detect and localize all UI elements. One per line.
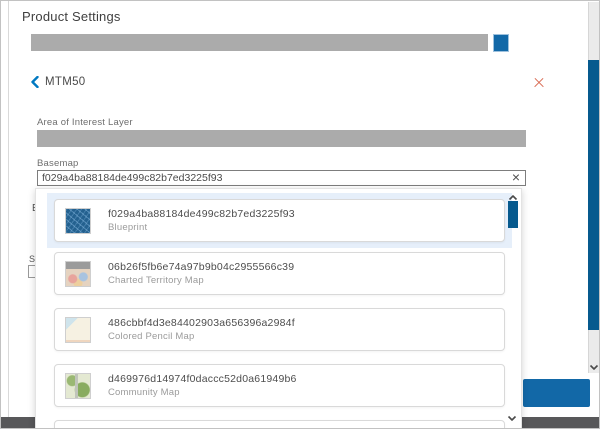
basemap-option-texts: d469976d14974f0daccc52d0a61949b6 Communi… — [108, 373, 297, 398]
back-chevron-icon — [31, 76, 39, 88]
basemap-option[interactable]: f029a4ba88184de499c82b7ed3225f93 Bluepri… — [54, 199, 505, 242]
basemap-option-name: Charted Territory Map — [108, 275, 294, 286]
basemap-option-id: f029a4ba88184de499c82b7ed3225f93 — [108, 208, 295, 220]
window-scrollbar-thumb[interactable] — [588, 60, 600, 330]
dropdown-scroll-thumb[interactable] — [508, 201, 518, 228]
dropdown-scrollbar[interactable] — [506, 189, 520, 429]
basemap-option-name: Community Map — [108, 387, 297, 398]
basemap-option[interactable]: d469976d14974f0daccc52d0a61949b6 Communi… — [54, 364, 505, 407]
page-title: Product Settings — [22, 9, 121, 24]
scroll-down-icon[interactable] — [507, 410, 517, 420]
dialog-left-border — [8, 1, 9, 417]
selected-option-highlight: f029a4ba88184de499c82b7ed3225f93 Bluepri… — [47, 193, 512, 248]
area-of-interest-label: Area of Interest Layer — [37, 117, 133, 128]
basemap-option-id: 486cbbf4d3e84402903a656396a2984f — [108, 317, 295, 329]
progress-bar — [31, 34, 488, 51]
product-settings-window: Product Settings MTM50 Area of Interest … — [0, 0, 600, 429]
basemap-dropdown: f029a4ba88184de499c82b7ed3225f93 Bluepri… — [35, 188, 522, 429]
clear-input-icon[interactable]: × — [509, 169, 523, 185]
back-label: MTM50 — [45, 76, 85, 88]
basemap-option-texts: 486cbbf4d3e84402903a656396a2984f Colored… — [108, 317, 295, 342]
basemap-thumbnail — [65, 373, 91, 399]
basemap-thumbnail — [65, 261, 91, 287]
window-scroll-down-icon[interactable] — [589, 359, 599, 371]
basemap-option[interactable]: 06b26f5fb6e74a97b9b04c2955566c39 Charted… — [54, 252, 505, 295]
area-of-interest-field[interactable] — [37, 130, 526, 147]
basemap-option-texts: f029a4ba88184de499c82b7ed3225f93 Bluepri… — [108, 208, 295, 233]
basemap-option-name: Colored Pencil Map — [108, 331, 295, 342]
progress-end-square — [493, 34, 509, 52]
close-icon[interactable] — [533, 77, 545, 89]
basemap-input[interactable] — [37, 170, 526, 186]
basemap-thumbnail — [65, 317, 91, 343]
basemap-option[interactable]: 486cbbf4d3e84402903a656396a2984f Colored… — [54, 308, 505, 351]
basemap-thumbnail — [65, 208, 91, 234]
primary-action-button[interactable] — [523, 379, 590, 407]
basemap-option-id: d469976d14974f0daccc52d0a61949b6 — [108, 373, 297, 385]
basemap-option[interactable] — [54, 420, 505, 429]
basemap-option-name: Blueprint — [108, 222, 295, 233]
basemap-option-list: f029a4ba88184de499c82b7ed3225f93 Bluepri… — [36, 189, 521, 429]
back-button[interactable]: MTM50 — [31, 75, 85, 89]
basemap-label: Basemap — [37, 158, 79, 169]
basemap-option-id: 06b26f5fb6e74a97b9b04c2955566c39 — [108, 261, 294, 273]
basemap-option-texts: 06b26f5fb6e74a97b9b04c2955566c39 Charted… — [108, 261, 294, 286]
scroll-up-icon[interactable] — [508, 190, 518, 200]
